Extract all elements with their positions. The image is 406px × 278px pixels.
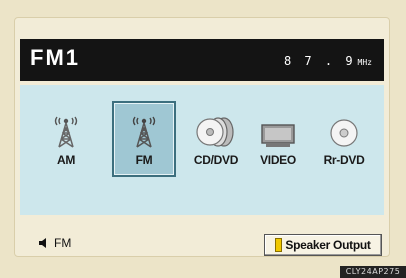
indicator-light-icon bbox=[275, 238, 283, 252]
discs-icon bbox=[196, 107, 236, 149]
figure-code: CLY24AP275 bbox=[340, 266, 406, 278]
volume-source-label: FM bbox=[54, 236, 72, 250]
frequency-unit: MHz bbox=[357, 58, 372, 67]
speaker-output-label: Speaker Output bbox=[285, 238, 371, 252]
speaker-output-button[interactable]: Speaker Output bbox=[264, 234, 382, 256]
source-fm-button[interactable]: FM bbox=[112, 101, 176, 177]
source-cd-dvd-button[interactable]: CD/DVD bbox=[184, 101, 248, 177]
source-label: VIDEO bbox=[260, 153, 296, 167]
source-label: Rr-DVD bbox=[323, 153, 365, 167]
source-am-button[interactable]: AM bbox=[34, 101, 98, 177]
header-bar: FM1 8 7 . 9 MHz bbox=[20, 39, 384, 81]
band-title: FM1 bbox=[30, 45, 80, 70]
source-label: FM bbox=[135, 153, 153, 167]
source-label: CD/DVD bbox=[193, 153, 239, 167]
volume-indicator: FM bbox=[38, 234, 71, 252]
disc-icon bbox=[328, 107, 360, 149]
source-rr-dvd-button[interactable]: Rr-DVD bbox=[312, 101, 376, 177]
tower-icon bbox=[51, 107, 81, 149]
monitor-icon bbox=[260, 107, 296, 149]
source-label: AM bbox=[56, 153, 76, 167]
frequency-display: 8 7 . 9 MHz bbox=[284, 54, 372, 68]
source-panel: AM FM CD/DVD VIDEO Rr-DVD bbox=[20, 85, 384, 215]
source-video-button[interactable]: VIDEO bbox=[246, 101, 310, 177]
frequency-value: 8 7 . 9 bbox=[283, 54, 356, 68]
speaker-icon bbox=[39, 238, 46, 248]
tower-icon bbox=[129, 107, 159, 149]
